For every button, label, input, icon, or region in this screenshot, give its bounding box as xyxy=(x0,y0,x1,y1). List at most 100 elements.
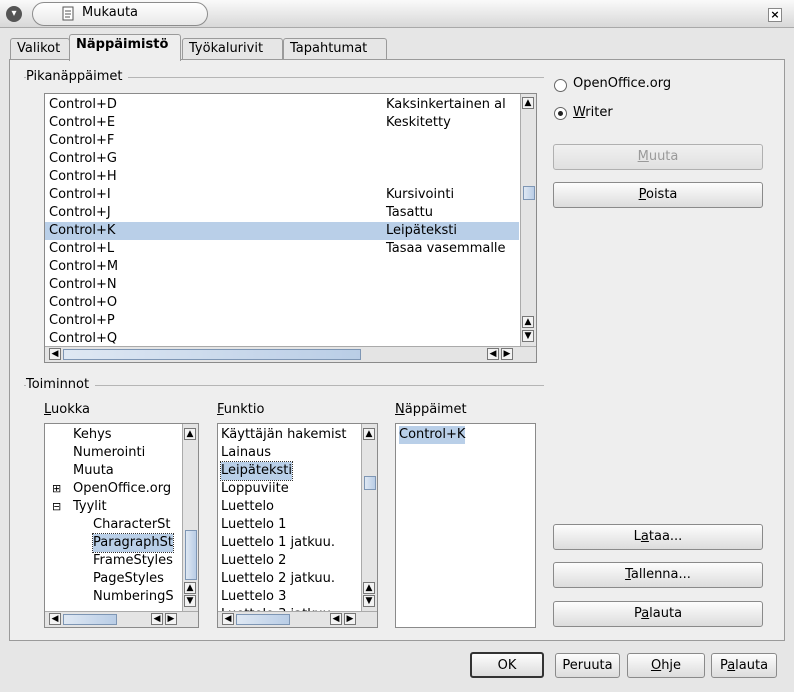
arrow-up-icon[interactable]: ▲ xyxy=(184,428,196,440)
scroll-thumb[interactable] xyxy=(185,530,197,580)
group-divider xyxy=(24,385,544,386)
shortcut-key: Control+G xyxy=(49,151,117,166)
load-button[interactable]: Lataa... xyxy=(553,524,763,550)
shortcut-row[interactable]: Control+K Leipäteksti xyxy=(45,222,519,240)
modify-button[interactable]: Muuta xyxy=(553,144,763,170)
category-item-label: Muuta xyxy=(73,463,114,478)
shortcut-row[interactable]: Control+G xyxy=(45,150,519,168)
shortcut-row[interactable]: Control+M xyxy=(45,258,519,276)
shortcut-row[interactable]: Control+F xyxy=(45,132,519,150)
arrow-left-icon[interactable]: ◀ xyxy=(487,348,499,360)
category-item[interactable]: ⊟ Tyylit xyxy=(45,498,181,516)
radio-openoffice[interactable] xyxy=(554,79,567,92)
save-button[interactable]: Tallenna... xyxy=(553,562,763,588)
function-item[interactable]: Luettelo 2 xyxy=(218,552,360,570)
expand-icon[interactable]: ⊞ xyxy=(52,480,61,498)
category-item[interactable]: Muuta xyxy=(45,462,181,480)
function-hscrollbar[interactable]: ◀ ◀ ▶ xyxy=(218,611,377,627)
key-item-label: Control+K xyxy=(399,426,466,444)
tab-tapahtumat[interactable]: Tapahtumat xyxy=(283,38,387,60)
window-menu-icon[interactable]: ▾ xyxy=(6,6,22,22)
category-item[interactable]: CharacterSt xyxy=(45,516,181,534)
shortcut-row[interactable]: Control+H xyxy=(45,168,519,186)
arrow-left-icon[interactable]: ◀ xyxy=(49,613,61,625)
scroll-thumb[interactable] xyxy=(523,186,535,200)
shortcut-row[interactable]: Control+E Keskitetty xyxy=(45,114,519,132)
arrow-left-icon[interactable]: ◀ xyxy=(222,613,234,625)
shortcut-vscrollbar[interactable]: ▲ ▲ ▼ xyxy=(520,94,536,346)
ok-button[interactable]: OK xyxy=(470,652,544,678)
arrow-right-icon[interactable]: ▶ xyxy=(165,613,177,625)
category-item[interactable]: Numerointi xyxy=(45,444,181,462)
function-item[interactable]: Luettelo 1 xyxy=(218,516,360,534)
function-label: Funktio xyxy=(217,402,265,417)
shortcut-row[interactable]: Control+N xyxy=(45,276,519,294)
tab-tyokalurivit[interactable]: Työkalurivit xyxy=(182,38,283,60)
cancel-button[interactable]: Peruuta xyxy=(555,653,620,678)
category-hscrollbar[interactable]: ◀ ◀ ▶ xyxy=(45,611,198,627)
function-item[interactable]: Käyttäjän hakemist xyxy=(218,426,360,444)
radio-openoffice-label[interactable]: OpenOffice.org xyxy=(573,76,671,91)
arrow-down-icon[interactable]: ▼ xyxy=(184,595,196,607)
function-item[interactable]: Loppuviite xyxy=(218,480,360,498)
arrow-up-icon[interactable]: ▲ xyxy=(522,97,534,109)
function-item[interactable]: Luettelo 2 jatkuu. xyxy=(218,570,360,588)
scroll-thumb[interactable] xyxy=(63,349,361,360)
shortcut-row[interactable]: Control+O xyxy=(45,294,519,312)
collapse-icon[interactable]: ⊟ xyxy=(52,498,61,516)
radio-writer[interactable] xyxy=(554,107,567,120)
shortcut-row[interactable]: Control+L Tasaa vasemmalle xyxy=(45,240,519,258)
category-vscrollbar[interactable]: ▲ ▲ ▼ xyxy=(182,424,198,611)
category-item[interactable]: FrameStyles xyxy=(45,552,181,570)
revert-button[interactable]: Palauta xyxy=(711,653,777,678)
arrow-up-icon[interactable]: ▲ xyxy=(363,428,375,440)
function-vscrollbar[interactable]: ▲ ▲ ▼ xyxy=(361,424,377,611)
category-item[interactable]: NumberingS xyxy=(45,588,181,606)
shortcut-action: Keskitetty xyxy=(386,115,451,130)
scroll-thumb[interactable] xyxy=(63,614,117,625)
help-button[interactable]: Ohje xyxy=(627,653,705,678)
arrow-up-icon[interactable]: ▲ xyxy=(184,582,196,594)
functions-group-label: Toiminnot xyxy=(26,377,96,392)
function-item[interactable]: Leipäteksti xyxy=(218,461,360,481)
delete-button[interactable]: Poista xyxy=(553,182,763,208)
shortcut-row[interactable]: Control+P xyxy=(45,312,519,330)
category-item[interactable]: Kehys xyxy=(45,426,181,444)
arrow-left-icon[interactable]: ◀ xyxy=(330,613,342,625)
function-item-label: Loppuviite xyxy=(221,481,289,496)
arrow-right-icon[interactable]: ▶ xyxy=(344,613,356,625)
shortcut-row[interactable]: Control+J Tasattu xyxy=(45,204,519,222)
tab-valikot[interactable]: Valikot xyxy=(10,38,70,60)
category-item[interactable]: ⊞ OpenOffice.org xyxy=(45,480,181,498)
function-item[interactable]: Luettelo xyxy=(218,498,360,516)
category-tree[interactable]: Kehys Numerointi Muuta ⊞ OpenOffice.org ⊟ Tyyl… xyxy=(44,423,199,628)
arrow-up-icon[interactable]: ▲ xyxy=(522,316,534,328)
arrow-left-icon[interactable]: ◀ xyxy=(151,613,163,625)
function-item[interactable]: Lainaus xyxy=(218,444,360,462)
reset-button[interactable]: Palauta xyxy=(553,601,763,627)
arrow-left-icon[interactable]: ◀ xyxy=(49,348,61,360)
category-item[interactable]: ParagraphSt xyxy=(45,533,181,553)
scroll-thumb[interactable] xyxy=(364,476,376,490)
scroll-thumb[interactable] xyxy=(236,614,290,625)
keys-list[interactable]: Control+K xyxy=(395,423,536,628)
shortcut-action: Kursivointi xyxy=(386,187,455,202)
arrow-right-icon[interactable]: ▶ xyxy=(501,348,513,360)
close-icon[interactable]: × xyxy=(768,8,782,22)
arrow-down-icon[interactable]: ▼ xyxy=(522,330,534,342)
shortcut-key: Control+D xyxy=(49,97,117,112)
function-list[interactable]: Käyttäjän hakemist Lainaus Leipäteksti Lopp… xyxy=(217,423,378,628)
shortcut-row[interactable]: Control+D Kaksinkertainen al xyxy=(45,96,519,114)
tab-nappaimisto[interactable]: Näppäimistö xyxy=(69,34,181,61)
arrow-down-icon[interactable]: ▼ xyxy=(363,595,375,607)
shortcut-row[interactable]: Control+I Kursivointi xyxy=(45,186,519,204)
radio-writer-label[interactable]: Writer xyxy=(573,105,613,120)
function-item[interactable]: Luettelo 1 jatkuu. xyxy=(218,534,360,552)
arrow-up-icon[interactable]: ▲ xyxy=(363,582,375,594)
category-item[interactable]: PageStyles xyxy=(45,570,181,588)
shortcut-hscrollbar[interactable]: ◀ ◀ ▶ xyxy=(45,346,536,362)
category-item-label: Tyylit xyxy=(73,499,107,514)
shortcut-list[interactable]: Control+D Kaksinkertainen al Control+E Kesk… xyxy=(44,93,537,363)
function-item[interactable]: Luettelo 3 xyxy=(218,588,360,606)
key-item[interactable]: Control+K xyxy=(396,426,535,444)
